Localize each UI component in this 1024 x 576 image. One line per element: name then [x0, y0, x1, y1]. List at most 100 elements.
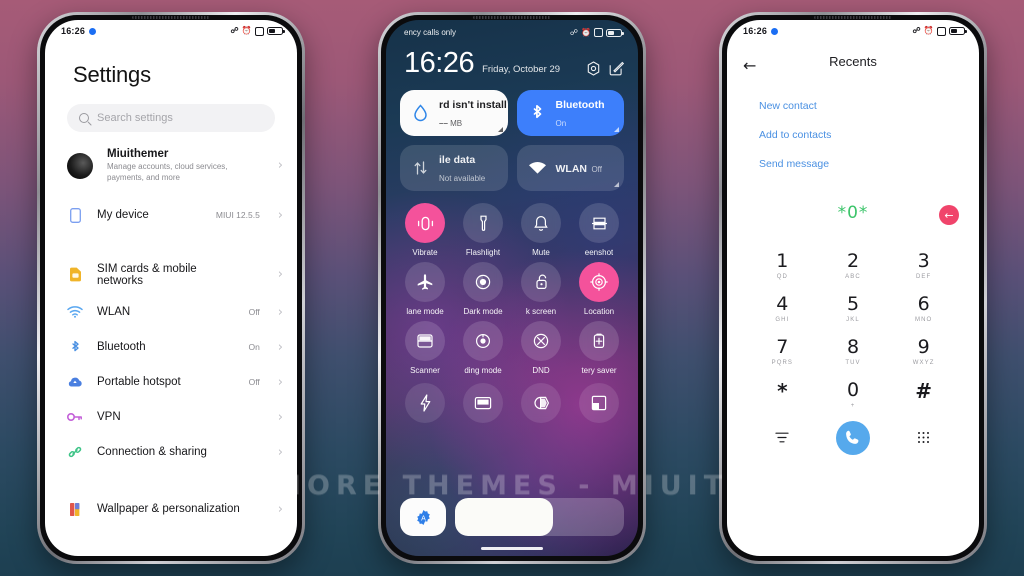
battery-saver-icon	[579, 321, 619, 361]
toggle-split-screen[interactable]	[570, 383, 628, 428]
sidebar-item-sim-cards[interactable]: SIM cards & mobile networks ›	[45, 255, 297, 295]
sidebar-item-label: WLAN	[97, 306, 131, 319]
toggle-grid-extra	[386, 375, 638, 428]
tile-resize-handle[interactable]	[497, 127, 503, 132]
auto-brightness-icon: A	[415, 509, 432, 526]
account-row[interactable]: Miuithemer Manage accounts, cloud servic…	[45, 132, 297, 198]
sidebar-item-my-device[interactable]: My device MIUI 12.5.5 ›	[45, 198, 297, 233]
svg-text:A: A	[421, 515, 426, 522]
tile-title: WLAN	[555, 163, 588, 175]
key-hash[interactable]: #	[888, 376, 959, 415]
key-4[interactable]: 4 GHI	[747, 290, 818, 329]
toggle-airplane-mode[interactable]: lane mode	[396, 262, 454, 316]
tile-data-usage[interactable]: rd isn't install –– MB	[400, 90, 508, 136]
sidebar-item-portable-hotspot[interactable]: Portable hotspot Off ›	[45, 365, 297, 400]
search-placeholder: Search settings	[97, 112, 173, 124]
toggle-lightning[interactable]	[396, 383, 454, 428]
control-center: ency calls only ☍ ⏰ 16:26 Friday, Octobe…	[386, 20, 638, 556]
tile-bluetooth[interactable]: Bluetooth On	[516, 90, 624, 136]
sidebar-item-label: Wallpaper & personalization	[97, 503, 240, 516]
key-star[interactable]: *	[747, 376, 818, 415]
sidebar-item-connection-sharing[interactable]: Connection & sharing ›	[45, 435, 297, 470]
settings-gear-icon[interactable]	[586, 61, 601, 76]
key-3[interactable]: 3 DEF	[888, 247, 959, 286]
menu-icon	[775, 432, 789, 443]
tile-mobile-data[interactable]: ile data Not available	[400, 145, 508, 191]
bluetooth-icon: ☍	[230, 26, 239, 35]
link-send-message[interactable]: Send message	[759, 150, 979, 179]
lock-icon	[521, 262, 561, 302]
sidebar-item-wallpaper-personalization[interactable]: Wallpaper & personalization ›	[45, 492, 297, 527]
chevron-right-icon: ›	[277, 339, 283, 355]
home-indicator[interactable]	[481, 546, 543, 550]
dnd-icon	[594, 28, 603, 37]
status-bar: 16:26 ☍ ⏰	[45, 20, 297, 42]
sidebar-item-label: Bluetooth	[97, 341, 146, 354]
alarm-icon: ⏰	[241, 26, 252, 35]
toggle-cast[interactable]	[454, 383, 512, 428]
sidebar-item-value: Off	[248, 307, 260, 318]
brightness-slider[interactable]	[455, 498, 624, 536]
carrier-label: ency calls only	[404, 28, 457, 37]
key-0[interactable]: 0 +	[818, 376, 889, 415]
toggle-scanner[interactable]: Scanner	[396, 321, 454, 375]
key-digit: #	[915, 378, 933, 403]
bluetooth-icon	[67, 339, 83, 355]
call-button[interactable]	[818, 420, 889, 455]
toggle-battery-saver[interactable]: tery saver	[570, 321, 628, 375]
key-1[interactable]: 1 QD	[747, 247, 818, 286]
battery-icon	[606, 28, 624, 37]
toggle-mute[interactable]: Mute	[512, 203, 570, 257]
tile-title: Bluetooth	[555, 99, 605, 111]
toggle-lock-screen[interactable]: k screen	[512, 262, 570, 316]
toggle-sync[interactable]	[512, 383, 570, 428]
keypad: 1 QD 2 ABC 3 DEF 4 GHI 5 JKL 6 MNO 7 PQRS 8 TUV …	[727, 233, 979, 415]
auto-brightness-button[interactable]: A	[400, 498, 446, 536]
camera-punchhole-icon	[89, 27, 97, 35]
key-8[interactable]: 8 TUV	[818, 333, 889, 372]
search-input[interactable]: Search settings	[67, 104, 275, 132]
toggle-label: Dark mode	[463, 307, 503, 316]
backspace-icon[interactable]: ←	[939, 205, 959, 225]
sidebar-item-label: Portable hotspot	[97, 376, 181, 389]
toggle-label: DND	[532, 366, 550, 375]
key-6[interactable]: 6 MNO	[888, 290, 959, 329]
toggle-vibrate[interactable]: Vibrate	[396, 203, 454, 257]
edit-icon[interactable]	[609, 61, 624, 76]
toggle-dark-mode[interactable]: Dark mode	[454, 262, 512, 316]
sidebar-item-vpn[interactable]: VPN ›	[45, 400, 297, 435]
key-9[interactable]: 9 WXYZ	[888, 333, 959, 372]
alarm-icon: ⏰	[923, 26, 934, 35]
key-5[interactable]: 5 JKL	[818, 290, 889, 329]
menu-button[interactable]	[747, 432, 818, 443]
tile-resize-handle[interactable]	[614, 182, 619, 187]
account-subtitle: Manage accounts, cloud services, payment…	[107, 162, 228, 182]
dialed-number[interactable]: *0*	[838, 203, 869, 223]
tile-subtitle: Not available	[439, 174, 486, 183]
key-2[interactable]: 2 ABC	[818, 247, 889, 286]
tile-text: rd isn't install –– MB	[439, 95, 507, 131]
key-digit: 4	[776, 292, 789, 315]
toggle-dnd[interactable]: DND	[512, 321, 570, 375]
sidebar-item-value: MIUI 12.5.5	[215, 210, 260, 221]
wifi-icon	[67, 304, 83, 320]
tile-resize-handle[interactable]	[614, 127, 619, 132]
toggle-label: lane mode	[406, 307, 444, 316]
toggle-screenshot[interactable]: eenshot	[570, 203, 628, 257]
toggle-reading-mode[interactable]: ding mode	[454, 321, 512, 375]
sidebar-item-wlan[interactable]: WLAN Off ›	[45, 295, 297, 330]
toggle-label: ding mode	[464, 366, 502, 375]
key-digit: *	[777, 378, 788, 403]
tile-wlan[interactable]: WLAN Off	[516, 145, 624, 191]
phone-bezel: 16:26 ☍ ⏰ ← Recents New contact Add to c…	[722, 15, 984, 561]
tile-text: Bluetooth On	[556, 95, 614, 131]
toggle-label: eenshot	[584, 248, 614, 257]
key-7[interactable]: 7 PQRS	[747, 333, 818, 372]
keypad-toggle-button[interactable]	[888, 431, 959, 444]
sidebar-item-bluetooth[interactable]: Bluetooth On ›	[45, 330, 297, 365]
toggle-label: Location	[583, 307, 615, 316]
link-new-contact[interactable]: New contact	[759, 92, 979, 121]
toggle-flashlight[interactable]: Flashlight	[454, 203, 512, 257]
link-add-to-contacts[interactable]: Add to contacts	[759, 121, 979, 150]
toggle-location[interactable]: Location	[570, 262, 628, 316]
